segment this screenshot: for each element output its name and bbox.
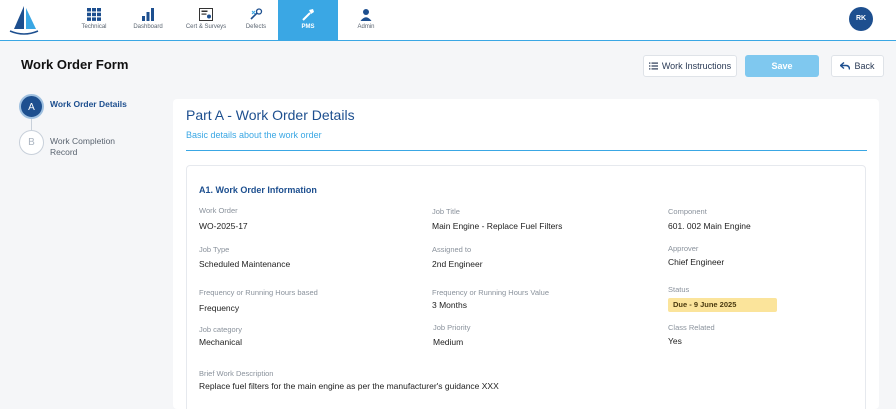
assigned-to-value: 2nd Engineer: [432, 259, 483, 269]
frequency-value-label: Frequency or Running Hours Value: [432, 288, 550, 297]
work-instructions-button[interactable]: Work Instructions: [643, 55, 737, 77]
job-type-label: Job Type: [199, 245, 230, 254]
component-label: Component: [668, 207, 707, 216]
section-divider: [186, 150, 867, 151]
list-icon: [648, 62, 658, 70]
nav-label: Technical: [81, 24, 107, 30]
class-related-label: Class Related: [668, 323, 715, 332]
class-related-value: Yes: [668, 336, 682, 346]
sailboat-logo-icon[interactable]: [6, 3, 42, 37]
job-priority-value: Medium: [433, 337, 464, 347]
save-button[interactable]: Save: [745, 55, 819, 77]
grid-icon: [87, 8, 101, 21]
approver-label: Approver: [668, 244, 699, 253]
certificate-icon: [199, 8, 213, 21]
job-category-label: Job category: [199, 325, 242, 334]
nav-label: Admin: [357, 24, 375, 30]
work-order-information-section: A1. Work Order Information Work Order WO…: [186, 165, 866, 409]
top-navigation-bar: Technical Dashboard Cert & Surveys Defec…: [0, 0, 896, 41]
step-a-label[interactable]: Work Order Details: [50, 99, 127, 110]
wrench-icon: [302, 9, 314, 21]
approver-value: Chief Engineer: [668, 257, 725, 267]
work-order-details-card: Part A - Work Order Details Basic detail…: [173, 99, 879, 409]
job-priority-label: Job Priority: [433, 323, 471, 332]
job-title-value: Main Engine - Replace Fuel Filters: [432, 221, 563, 231]
status-label: Status: [668, 285, 690, 294]
status-badge: Due - 9 June 2025: [668, 298, 777, 312]
frequency-value-value: 3 Months: [432, 300, 467, 310]
bar-chart-icon: [142, 8, 154, 21]
frequency-basis-label: Frequency or Running Hours based: [199, 288, 318, 297]
part-subtitle: Basic details about the work order: [186, 130, 322, 140]
nav-dashboard[interactable]: Dashboard: [118, 0, 178, 41]
step-b-circle[interactable]: B: [19, 130, 44, 155]
assigned-to-label: Assigned to: [432, 245, 472, 254]
nav-label: Defects: [245, 24, 267, 30]
back-label: Back: [854, 61, 875, 71]
nav-label: Dashboard: [133, 24, 163, 30]
user-avatar[interactable]: RK: [849, 7, 873, 31]
section-title: A1. Work Order Information: [199, 185, 317, 195]
defects-icon: [250, 8, 263, 20]
nav-admin[interactable]: Admin: [336, 0, 396, 41]
page-title: Work Order Form: [21, 57, 129, 72]
job-type-value: Scheduled Maintenance: [199, 259, 291, 269]
job-category-value: Mechanical: [199, 337, 242, 347]
job-title-label: Job Title: [432, 207, 460, 216]
frequency-basis-value: Frequency: [199, 303, 240, 313]
work-order-label: Work Order: [199, 206, 238, 215]
back-button[interactable]: Back: [831, 55, 884, 77]
back-arrow-icon: [840, 62, 851, 70]
step-a-circle[interactable]: A: [19, 94, 44, 119]
work-instructions-label: Work Instructions: [661, 61, 732, 71]
nav-technical[interactable]: Technical: [64, 0, 124, 41]
step-b-label[interactable]: Work Completion Record: [50, 136, 140, 158]
nav-label: PMS: [301, 24, 315, 30]
admin-user-icon: [360, 9, 372, 21]
brief-description-value: Replace fuel filters for the main engine…: [199, 381, 499, 391]
component-value: 601. 002 Main Engine: [668, 221, 751, 231]
brief-description-label: Brief Work Description: [199, 369, 274, 378]
nav-defects[interactable]: Defects: [226, 0, 286, 41]
work-order-value: WO-2025-17: [199, 221, 248, 231]
nav-pms[interactable]: PMS: [278, 0, 338, 41]
part-title: Part A - Work Order Details: [186, 107, 355, 123]
